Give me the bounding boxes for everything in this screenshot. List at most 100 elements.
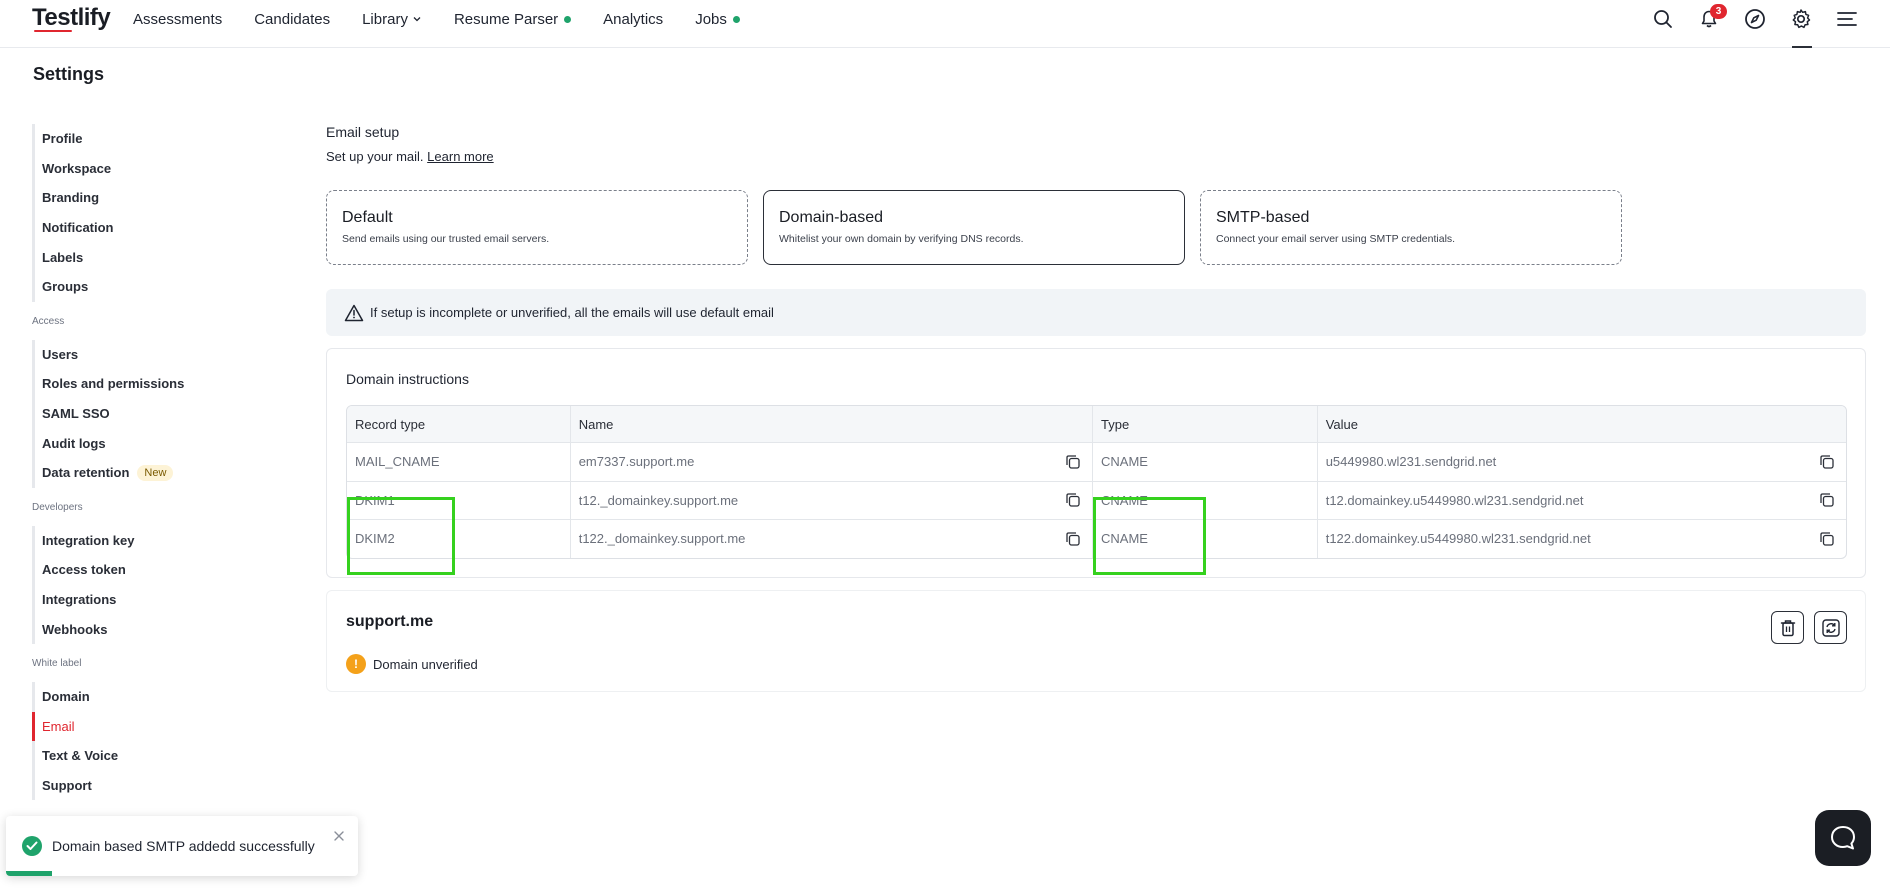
domain-status: ! Domain unverified	[346, 654, 478, 674]
trash-icon	[1780, 619, 1795, 636]
warning-icon: !	[346, 654, 366, 674]
toast-progress-bar	[6, 871, 52, 876]
sidebar-item-users[interactable]: Users	[32, 340, 292, 370]
email-setup-subtitle: Set up your mail. Learn more	[326, 149, 1866, 164]
logo[interactable]: Testlify	[32, 4, 111, 32]
sidebar-item-email[interactable]: Email	[32, 711, 292, 742]
copy-icon[interactable]	[1064, 453, 1082, 471]
option-desc: Whitelist your own domain by verifying D…	[779, 233, 1024, 245]
option-desc: Send emails using our trusted email serv…	[342, 233, 550, 245]
nav-candidates[interactable]: Candidates	[254, 11, 330, 28]
success-toast: Domain based SMTP addedd successfully	[6, 816, 358, 876]
status-dot	[732, 15, 740, 23]
nav-analytics[interactable]: Analytics	[603, 11, 663, 28]
nav-resume-parser[interactable]: Resume Parser	[453, 10, 572, 28]
new-badge: New	[137, 464, 174, 481]
option-title: Default	[342, 209, 393, 226]
email-options: Default Send emails using our trusted em…	[326, 190, 1637, 265]
record-type-cell: DKIM1	[347, 481, 571, 519]
option-title: SMTP-based	[1216, 209, 1310, 226]
instructions-title: Domain instructions	[346, 371, 469, 387]
sidebar-item-audit-logs[interactable]: Audit logs	[32, 428, 292, 458]
close-icon[interactable]	[334, 828, 344, 846]
nav-resume-parser-label: Resume Parser	[453, 10, 559, 28]
sidebar-item-webhooks[interactable]: Webhooks	[32, 614, 292, 644]
compass-icon[interactable]	[1732, 0, 1778, 38]
nav-analytics-label: Analytics	[603, 10, 664, 28]
email-setup-heading: Email setup	[326, 124, 400, 140]
sidebar-section-white-label: White label	[32, 657, 82, 669]
refresh-button[interactable]	[1814, 611, 1847, 644]
sidebar-item-integration-key[interactable]: Integration key	[32, 526, 292, 556]
copy-icon[interactable]	[1818, 530, 1836, 548]
nav-assessments[interactable]: Assessments	[133, 11, 222, 28]
nav-icons: 3	[1640, 0, 1870, 38]
sidebar-section-developers: Developers	[32, 501, 83, 513]
sidebar-item-support[interactable]: Support	[32, 771, 292, 801]
bell-icon[interactable]: 3	[1686, 0, 1732, 38]
page-title: Settings	[33, 64, 105, 84]
setup-notice: If setup is incomplete or unverified, al…	[326, 289, 1866, 336]
column-header: Name	[571, 406, 1093, 442]
value-cell: u5449980.wl231.sendgrid.net	[1318, 443, 1846, 481]
chat-launcher-button[interactable]	[1815, 810, 1871, 866]
sidebar-item-saml-sso[interactable]: SAML SSO	[32, 399, 292, 429]
sidebar-item-branding[interactable]: Branding	[32, 183, 292, 213]
learn-more-link[interactable]: Learn more	[427, 149, 493, 164]
warning-icon	[344, 304, 364, 321]
value-text: t12.domainkey.u5449980.wl231.sendgrid.ne…	[1325, 492, 1584, 508]
domain-status-text: Domain unverified	[373, 656, 478, 672]
name-value: em7337.support.me	[578, 454, 695, 470]
value-cell: t12.domainkey.u5449980.wl231.sendgrid.ne…	[1318, 482, 1846, 520]
domain-name: support.me	[346, 613, 434, 630]
notification-badge: 3	[1710, 4, 1727, 19]
top-nav: Testlify Assessments Candidates Library …	[0, 0, 1890, 48]
name-value: t12._domainkey.support.me	[578, 492, 739, 508]
toast-message: Domain based SMTP addedd successfully	[52, 838, 315, 854]
nav-candidates-label: Candidates	[254, 10, 331, 28]
name-cell: t122._domainkey.support.me	[571, 520, 1093, 558]
table-header: Record type Name Type Value	[347, 406, 1846, 442]
table-row: DKIM1 t12._domainkey.support.me CNAME t1…	[347, 480, 1846, 520]
type-cell: CNAME	[1093, 443, 1318, 481]
sidebar-item-groups[interactable]: Groups	[32, 272, 292, 302]
subtitle-text: Set up your mail.	[326, 149, 424, 164]
menu-icon[interactable]	[1824, 0, 1870, 38]
gear-icon[interactable]	[1778, 0, 1824, 38]
search-icon[interactable]	[1640, 0, 1686, 38]
sidebar-group-developers: Integration key Access token Integration…	[32, 525, 292, 644]
option-domain-based[interactable]: Domain-based Whitelist your own domain b…	[763, 190, 1185, 265]
value-text: u5449980.wl231.sendgrid.net	[1325, 454, 1497, 470]
sidebar-item-domain[interactable]: Domain	[32, 682, 292, 712]
sidebar-item-profile[interactable]: Profile	[32, 124, 292, 154]
sidebar-item-text-voice[interactable]: Text & Voice	[32, 741, 292, 771]
chevron-down-icon	[412, 14, 422, 24]
sidebar-item-access-token[interactable]: Access token	[32, 555, 292, 585]
refresh-icon	[1821, 618, 1840, 637]
main-nav: Assessments Candidates Library Resume Pa…	[133, 0, 772, 38]
nav-assessments-label: Assessments	[133, 10, 223, 28]
sidebar-item-roles[interactable]: Roles and permissions	[32, 369, 292, 399]
sidebar-item-workspace[interactable]: Workspace	[32, 154, 292, 184]
table-row: DKIM2 t122._domainkey.support.me CNAME t…	[347, 519, 1846, 558]
domain-card: support.me ! Domain unverified	[326, 590, 1866, 692]
name-cell: t12._domainkey.support.me	[571, 481, 1093, 519]
copy-icon[interactable]	[1064, 491, 1082, 509]
copy-icon[interactable]	[1064, 530, 1082, 548]
check-icon	[22, 836, 42, 856]
settings-sidebar: Profile Workspace Branding Notification …	[32, 124, 292, 814]
nav-jobs[interactable]: Jobs	[695, 11, 740, 28]
sidebar-item-labels[interactable]: Labels	[32, 242, 292, 272]
sidebar-item-notification[interactable]: Notification	[32, 213, 292, 243]
sidebar-item-integrations[interactable]: Integrations	[32, 585, 292, 615]
column-header: Record type	[347, 406, 571, 442]
delete-button[interactable]	[1771, 611, 1804, 644]
sidebar-item-data-retention[interactable]: Data retention New	[32, 458, 292, 488]
nav-library[interactable]: Library	[362, 11, 422, 28]
copy-icon[interactable]	[1818, 491, 1836, 509]
option-default[interactable]: Default Send emails using our trusted em…	[326, 190, 748, 265]
option-smtp-based[interactable]: SMTP-based Connect your email server usi…	[1200, 190, 1622, 265]
copy-icon[interactable]	[1818, 453, 1836, 471]
dns-records-table: Record type Name Type Value MAIL_CNAME e…	[346, 405, 1847, 559]
type-cell: CNAME	[1093, 481, 1318, 519]
